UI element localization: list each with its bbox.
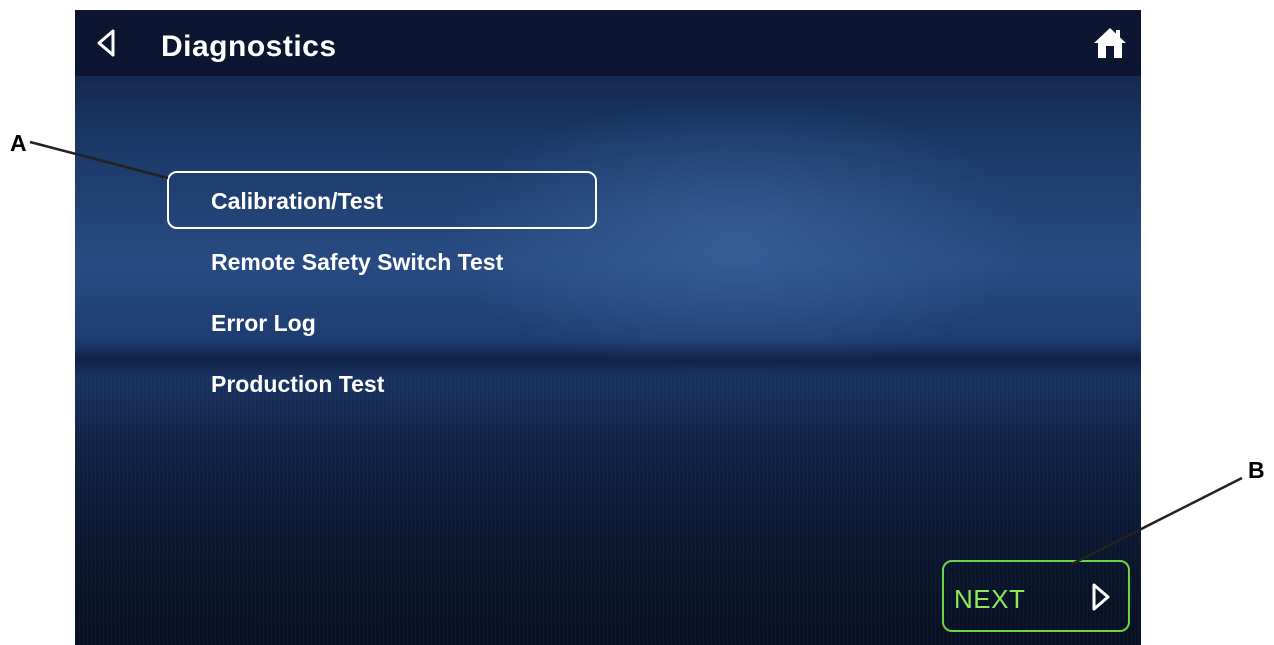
callout-label-b: B [1248,457,1265,483]
menu-item-calibration-test[interactable]: Calibration/Test [167,171,597,229]
manual-figure: Diagnostics Calibration/Test Remote Safe… [0,0,1274,645]
menu-item-remote-safety-switch-test[interactable]: Remote Safety Switch Test [167,232,597,290]
menu-item-label: Calibration/Test [211,188,384,214]
menu-item-label: Remote Safety Switch Test [211,249,504,275]
menu-item-label: Production Test [211,371,385,397]
next-button-label: NEXT [954,584,1026,614]
menu-item-label: Error Log [211,310,316,336]
menu-item-production-test[interactable]: Production Test [167,354,597,412]
next-button[interactable]: NEXT [942,560,1130,632]
forward-triangle-icon [1092,583,1110,611]
page-title: Diagnostics [161,30,337,63]
title-bar: Diagnostics [75,10,1141,76]
device-screen: Diagnostics Calibration/Test Remote Safe… [75,10,1141,645]
diagnostics-menu: Calibration/Test Remote Safety Switch Te… [167,171,597,415]
back-icon[interactable] [95,28,117,58]
callout-label-a: A [10,130,27,156]
home-icon[interactable] [1093,26,1127,60]
menu-item-error-log[interactable]: Error Log [167,293,597,351]
